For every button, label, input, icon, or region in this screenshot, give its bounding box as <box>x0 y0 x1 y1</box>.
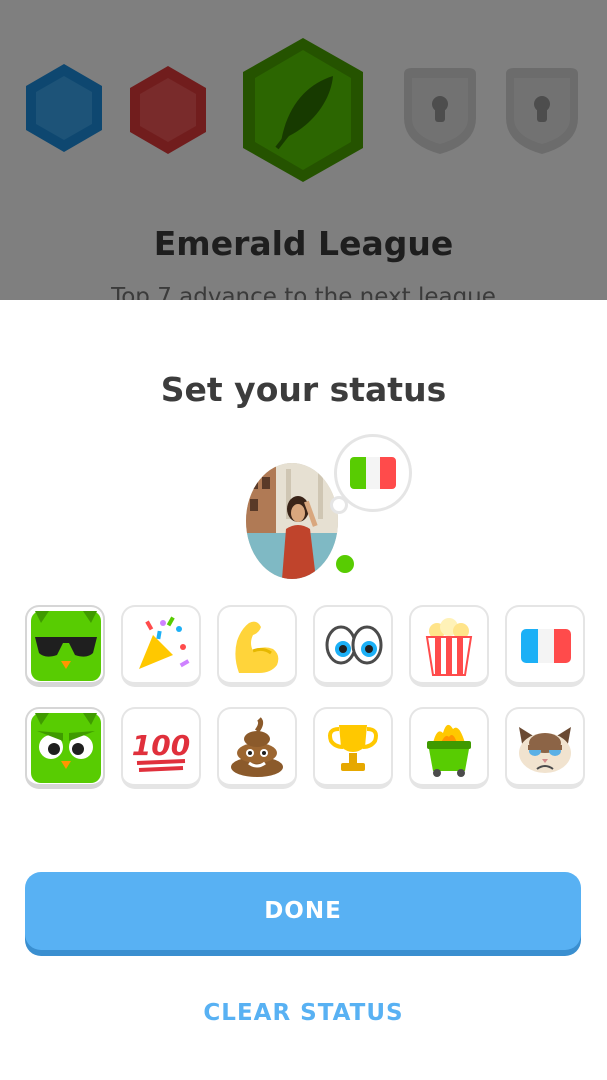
angry-owl-icon <box>31 713 101 783</box>
status-trophy[interactable] <box>313 707 393 789</box>
party-popper-icon <box>139 616 190 669</box>
status-popcorn[interactable] <box>409 605 489 687</box>
status-angry-owl[interactable] <box>25 707 105 789</box>
status-dumpster-fire[interactable] <box>409 707 489 789</box>
status-grumpy-cat[interactable] <box>505 707 585 789</box>
status-pile-of-poo[interactable] <box>217 707 297 789</box>
dim-overlay[interactable] <box>0 0 607 300</box>
france-flag-icon <box>521 629 571 663</box>
italy-flag-icon <box>350 457 396 489</box>
flexed-biceps-icon <box>235 621 279 673</box>
status-party-popper[interactable] <box>121 605 201 687</box>
eyes-icon <box>325 625 383 665</box>
online-indicator <box>333 552 357 576</box>
avatar <box>246 463 338 579</box>
popcorn-icon <box>425 618 473 676</box>
svg-text:100: 100 <box>132 729 190 762</box>
status-eyes[interactable] <box>313 605 393 687</box>
current-status-bubble <box>334 434 412 512</box>
dumpster-fire-icon <box>427 724 471 777</box>
status-owl-sunglasses[interactable] <box>25 605 105 687</box>
owl-sunglasses-icon <box>31 611 101 681</box>
pile-of-poo-icon <box>231 717 283 777</box>
status-hundred-points[interactable]: 100 <box>121 707 201 789</box>
status-france-flag[interactable] <box>505 605 585 687</box>
done-button[interactable]: DONE <box>25 872 581 950</box>
grumpy-cat-icon <box>519 727 571 773</box>
trophy-icon <box>328 725 378 771</box>
league-screen: Emerald League Top 7 advance to the next… <box>0 0 607 300</box>
sheet-title: Set your status <box>160 370 447 409</box>
hundred-points-icon: 100 <box>132 729 190 772</box>
status-flexed-biceps[interactable] <box>217 605 297 687</box>
status-sheet: Set your status 100 DONE CLEAR STATUS <box>0 300 607 1080</box>
clear-status-button[interactable]: CLEAR STATUS <box>0 1000 607 1026</box>
